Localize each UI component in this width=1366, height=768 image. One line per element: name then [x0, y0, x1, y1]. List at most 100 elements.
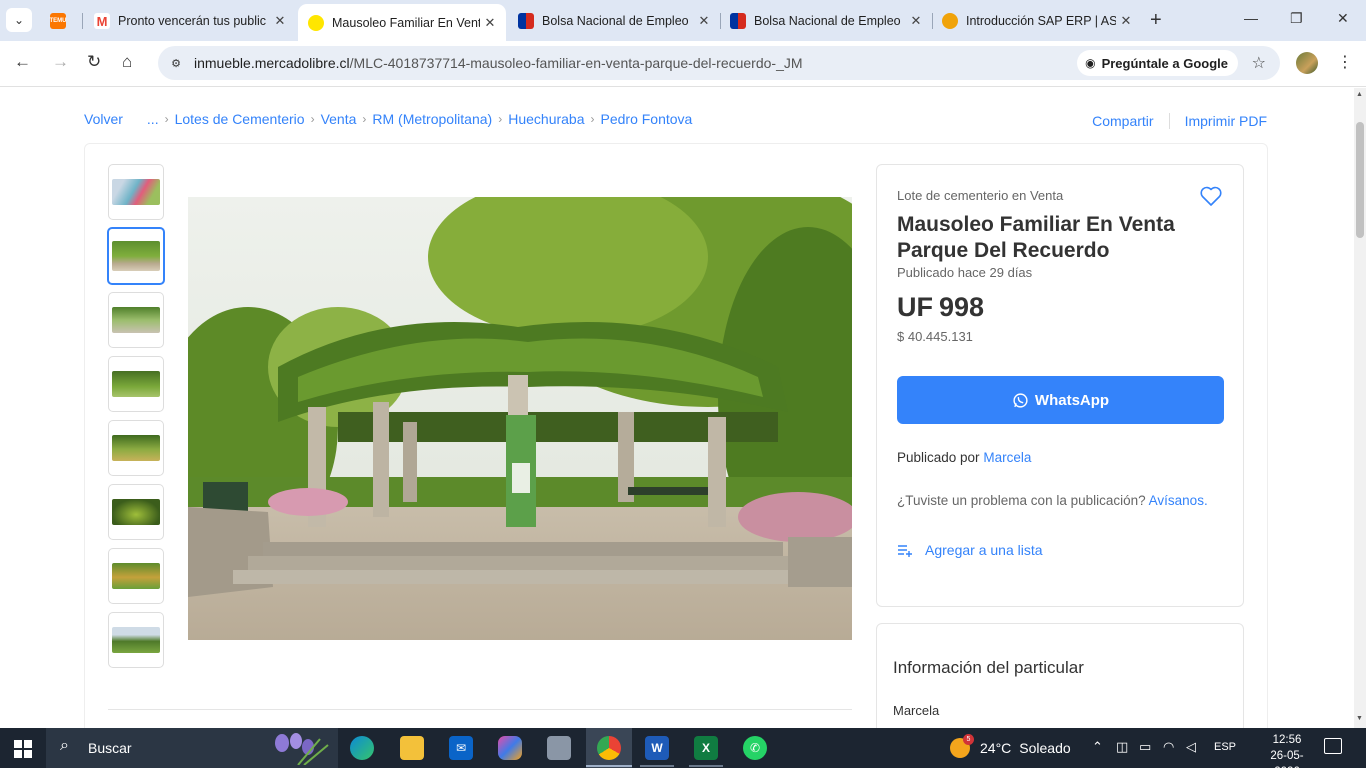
- excel-icon[interactable]: X: [694, 736, 718, 760]
- thumb-image: [112, 307, 160, 333]
- close-icon[interactable]: ✕: [270, 13, 290, 29]
- whatsapp-label: WhatsApp: [1034, 391, 1110, 409]
- seller-info-heading: Información del particular: [893, 658, 1084, 677]
- thumb-image: [112, 371, 160, 397]
- windows-start-icon[interactable]: [14, 740, 32, 758]
- price-currency: UF: [897, 292, 933, 322]
- copilot-icon[interactable]: [498, 736, 522, 760]
- breadcrumb-item-venta[interactable]: Venta: [321, 111, 357, 127]
- tab-temu[interactable]: TEMU: [40, 8, 80, 34]
- gallery-thumb-2-selected[interactable]: [107, 227, 165, 285]
- whatsapp-app-icon[interactable]: ✆: [743, 736, 767, 760]
- close-icon[interactable]: ✕: [1116, 13, 1136, 29]
- gallery-thumb-5[interactable]: [108, 420, 164, 476]
- temperature: 24°C: [980, 740, 1012, 756]
- back-link[interactable]: Volver: [84, 111, 123, 127]
- wifi-icon[interactable]: ◠: [1163, 739, 1174, 755]
- chevron-right-icon: ›: [498, 112, 503, 126]
- tab-search-button[interactable]: ⌄: [6, 8, 32, 32]
- minimize-icon[interactable]: ―: [1244, 10, 1258, 26]
- back-arrow-icon[interactable]: ←: [14, 52, 31, 72]
- tab-bolsa-empleo-1[interactable]: Bolsa Nacional de Empleo ✕: [508, 8, 720, 34]
- file-explorer-icon[interactable]: [400, 736, 424, 760]
- scroll-up-icon[interactable]: ▲: [1356, 91, 1363, 98]
- gallery-thumb-1[interactable]: [108, 164, 164, 220]
- page-content: Volver ... › Lotes de Cementerio › Venta…: [0, 88, 1354, 728]
- restore-icon[interactable]: ❐: [1290, 10, 1303, 27]
- active-app-indicator: [586, 765, 632, 767]
- seller-name-link[interactable]: Marcela: [983, 450, 1031, 465]
- window-close-icon[interactable]: ✕: [1337, 10, 1349, 27]
- breadcrumb-item-lotes[interactable]: Lotes de Cementerio: [175, 111, 305, 127]
- clock-date: 26-05-2026: [1270, 750, 1304, 768]
- reload-icon[interactable]: ↻: [87, 52, 101, 72]
- close-icon[interactable]: ✕: [906, 13, 926, 29]
- tab-title: Introducción SAP ERP | ASI: [966, 14, 1116, 28]
- gallery-thumb-8[interactable]: [108, 612, 164, 668]
- sap-course-icon: [942, 13, 958, 29]
- word-icon[interactable]: W: [645, 736, 669, 760]
- app-icon[interactable]: [547, 736, 571, 760]
- close-icon[interactable]: ✕: [480, 15, 500, 31]
- breadcrumb: Volver ... › Lotes de Cementerio › Venta…: [84, 111, 692, 127]
- breadcrumb-item-region[interactable]: RM (Metropolitana): [372, 111, 492, 127]
- weather-widget[interactable]: 5 24°C Soleado: [950, 734, 1071, 758]
- ask-google-button[interactable]: ◉ Pregúntale a Google: [1077, 50, 1238, 76]
- gallery-thumb-4[interactable]: [108, 356, 164, 412]
- sun-icon: 5: [950, 734, 974, 758]
- chevron-up-icon[interactable]: ⌃: [1092, 739, 1103, 755]
- breadcrumb-item-sector[interactable]: Pedro Fontova: [601, 111, 693, 127]
- search-icon: ⌕: [60, 737, 69, 754]
- chrome-icon[interactable]: [597, 736, 621, 760]
- breadcrumb-item-ellipsis[interactable]: ...: [147, 111, 159, 127]
- tab-title: Pronto vencerán tus public: [118, 14, 267, 28]
- chevron-down-icon: ⌄: [13, 13, 25, 27]
- listing-info-panel: Lote de cementerio en Venta Mausoleo Fam…: [876, 164, 1244, 607]
- page-scrollbar[interactable]: ▲ ▼: [1354, 88, 1366, 728]
- profile-avatar[interactable]: [1296, 52, 1318, 74]
- address-bar[interactable]: ⚙ inmueble.mercadolibre.cl/MLC-401873771…: [158, 46, 1280, 80]
- add-to-list-button[interactable]: Agregar a una lista: [897, 542, 1043, 558]
- mail-icon[interactable]: ✉: [449, 736, 473, 760]
- new-tab-button[interactable]: +: [1150, 9, 1162, 32]
- share-actions: Compartir Imprimir PDF: [1092, 113, 1267, 129]
- tab-mausoleo-active[interactable]: Mausoleo Familiar En Vent ✕: [298, 4, 506, 41]
- taskbar-clock[interactable]: 12:56 26-05-2026: [1262, 732, 1312, 768]
- published-by-label: Publicado por: [897, 450, 980, 465]
- chile-gov-icon: [518, 13, 534, 29]
- whatsapp-button[interactable]: WhatsApp: [897, 376, 1224, 424]
- home-icon[interactable]: ⌂: [122, 52, 132, 72]
- tab-separator: [82, 13, 83, 29]
- bookmark-star-icon[interactable]: ☆: [1252, 53, 1266, 73]
- scroll-thumb[interactable]: [1356, 122, 1364, 238]
- tab-sap[interactable]: Introducción SAP ERP | ASI ✕: [932, 8, 1142, 34]
- report-link[interactable]: Avísanos.: [1149, 493, 1208, 508]
- gallery-thumb-3[interactable]: [108, 292, 164, 348]
- close-icon[interactable]: ✕: [694, 13, 714, 29]
- menu-kebab-icon[interactable]: ⋮: [1337, 52, 1353, 72]
- breadcrumb-item-comuna[interactable]: Huechuraba: [508, 111, 584, 127]
- scroll-down-icon[interactable]: ▼: [1356, 715, 1363, 722]
- volume-icon[interactable]: ◁: [1186, 739, 1196, 755]
- tab-gmail[interactable]: M Pronto vencerán tus public ✕: [84, 8, 296, 34]
- url-path: /MLC-4018737714-mausoleo-familiar-en-ven…: [349, 55, 803, 71]
- heart-icon[interactable]: [1199, 185, 1223, 207]
- meet-now-icon[interactable]: ◫: [1116, 739, 1128, 755]
- browser-toolbar: ← → ↻ ⌂ ⚙ inmueble.mercadolibre.cl/MLC-4…: [0, 41, 1366, 87]
- edge-icon[interactable]: [350, 736, 374, 760]
- gallery-thumb-6[interactable]: [108, 484, 164, 540]
- forward-arrow-icon[interactable]: →: [52, 52, 69, 72]
- notification-icon[interactable]: [1324, 738, 1342, 754]
- main-listing-photo[interactable]: [188, 197, 852, 640]
- battery-icon[interactable]: ▭: [1139, 739, 1151, 755]
- site-info-icon[interactable]: ⚙: [166, 53, 186, 73]
- print-pdf-link[interactable]: Imprimir PDF: [1185, 113, 1267, 129]
- language-indicator[interactable]: ESP: [1214, 741, 1236, 753]
- content-divider: [108, 709, 852, 710]
- taskbar-search[interactable]: ⌕ Buscar: [46, 728, 338, 768]
- url-text[interactable]: inmueble.mercadolibre.cl/MLC-4018737714-…: [194, 55, 803, 71]
- browser-tabstrip: ⌄ TEMU M Pronto vencerán tus public ✕ Ma…: [0, 0, 1366, 41]
- share-link[interactable]: Compartir: [1092, 113, 1153, 129]
- tab-bolsa-empleo-2[interactable]: Bolsa Nacional de Empleo ✕: [720, 8, 932, 34]
- gallery-thumb-7[interactable]: [108, 548, 164, 604]
